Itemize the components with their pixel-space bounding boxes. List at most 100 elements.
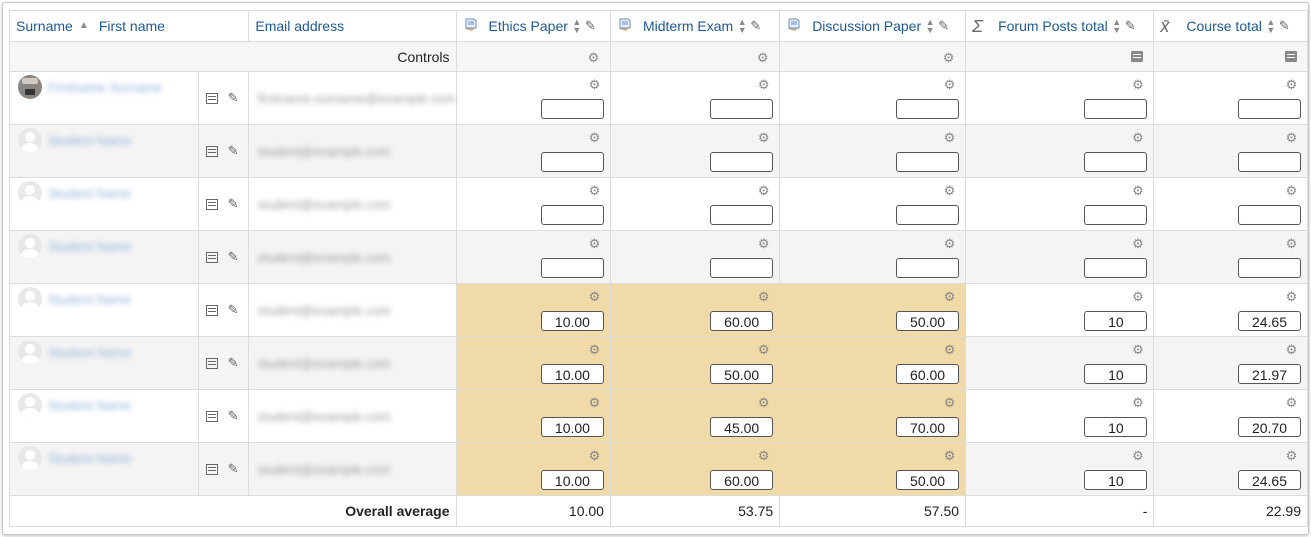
gear-icon[interactable]: ⚙ xyxy=(1285,290,1298,303)
grade-input[interactable]: 10 xyxy=(1084,470,1148,490)
student-name-link[interactable]: Firstname Surname xyxy=(48,80,162,95)
edit-pencil-icon[interactable]: ✎ xyxy=(228,462,242,476)
grade-input[interactable]: 60.00 xyxy=(710,311,774,331)
grade-input[interactable] xyxy=(710,99,774,119)
gear-icon[interactable]: ⚙ xyxy=(1131,396,1144,409)
gear-icon[interactable]: ⚙ xyxy=(943,131,956,144)
grade-input[interactable] xyxy=(710,205,774,225)
item-header-link[interactable]: Midterm Exam xyxy=(643,18,733,34)
sort-surname-link[interactable]: Surname xyxy=(16,18,73,34)
single-view-icon[interactable] xyxy=(205,145,218,157)
student-name-link[interactable]: Student Name xyxy=(48,451,131,466)
student-name-link[interactable]: Student Name xyxy=(48,345,131,360)
avatar[interactable] xyxy=(18,340,42,364)
avatar[interactable] xyxy=(18,75,42,99)
grade-input[interactable] xyxy=(1238,258,1301,278)
grade-input[interactable]: 50.00 xyxy=(896,311,960,331)
gear-icon[interactable]: ⚙ xyxy=(1285,449,1298,462)
student-name-link[interactable]: Student Name xyxy=(48,133,131,148)
gear-icon[interactable]: ⚙ xyxy=(1131,449,1144,462)
gear-icon[interactable]: ⚙ xyxy=(1285,396,1298,409)
grade-input[interactable] xyxy=(540,99,604,119)
gear-icon[interactable]: ⚙ xyxy=(1285,184,1298,197)
edit-pencil-icon[interactable]: ✎ xyxy=(585,19,599,33)
gear-icon[interactable]: ⚙ xyxy=(943,184,956,197)
grade-input[interactable] xyxy=(1238,205,1301,225)
gear-icon[interactable]: ⚙ xyxy=(757,237,770,250)
gear-icon[interactable]: ⚙ xyxy=(757,449,770,462)
grade-input[interactable]: 50.00 xyxy=(710,364,774,384)
edit-pencil-icon[interactable]: ✎ xyxy=(228,303,242,317)
avatar[interactable] xyxy=(18,234,42,258)
grade-input[interactable]: 50.00 xyxy=(896,470,960,490)
grade-input[interactable]: 70.00 xyxy=(896,417,960,437)
edit-pencil-icon[interactable]: ✎ xyxy=(228,356,242,370)
gear-icon[interactable]: ⚙ xyxy=(1285,237,1298,250)
sort-toggle-icon[interactable]: ▲ ▼ xyxy=(572,18,582,35)
gear-icon[interactable]: ⚙ xyxy=(943,78,956,91)
grade-input[interactable] xyxy=(1084,205,1148,225)
gear-icon[interactable]: ⚙ xyxy=(1131,131,1144,144)
edit-pencil-icon[interactable]: ✎ xyxy=(228,91,242,105)
gear-icon[interactable]: ⚙ xyxy=(943,449,956,462)
gear-icon[interactable]: ⚙ xyxy=(1285,131,1298,144)
calculator-icon[interactable] xyxy=(1285,51,1297,62)
single-view-icon[interactable] xyxy=(205,463,218,475)
grade-input[interactable]: 10.00 xyxy=(540,311,604,331)
avatar[interactable] xyxy=(18,287,42,311)
grade-input[interactable]: 45.00 xyxy=(710,417,774,437)
avatar[interactable] xyxy=(18,446,42,470)
gear-icon[interactable]: ⚙ xyxy=(588,343,601,356)
gear-icon[interactable]: ⚙ xyxy=(588,78,601,91)
gear-icon[interactable]: ⚙ xyxy=(588,449,601,462)
grade-input[interactable]: 10.00 xyxy=(540,417,604,437)
grade-input[interactable]: 10 xyxy=(1084,364,1148,384)
gear-icon[interactable]: ⚙ xyxy=(942,51,955,64)
grade-input[interactable]: 10.00 xyxy=(540,470,604,490)
grade-input[interactable]: 20.70 xyxy=(1238,417,1301,437)
avatar[interactable] xyxy=(18,181,42,205)
edit-pencil-icon[interactable]: ✎ xyxy=(1125,19,1139,33)
sort-firstname-link[interactable]: First name xyxy=(99,18,165,34)
edit-pencil-icon[interactable]: ✎ xyxy=(750,19,764,33)
student-name-link[interactable]: Student Name xyxy=(48,186,131,201)
gear-icon[interactable]: ⚙ xyxy=(1131,290,1144,303)
grade-input[interactable] xyxy=(1084,152,1148,172)
grade-input[interactable] xyxy=(710,152,774,172)
gear-icon[interactable]: ⚙ xyxy=(588,396,601,409)
student-name-link[interactable]: Student Name xyxy=(48,292,131,307)
student-name-link[interactable]: Student Name xyxy=(48,398,131,413)
gear-icon[interactable]: ⚙ xyxy=(757,396,770,409)
gear-icon[interactable]: ⚙ xyxy=(1131,237,1144,250)
calculator-icon[interactable] xyxy=(1131,51,1144,62)
gear-icon[interactable]: ⚙ xyxy=(757,184,770,197)
edit-pencil-icon[interactable]: ✎ xyxy=(1279,19,1293,33)
sort-toggle-icon[interactable]: ▲ ▼ xyxy=(925,18,935,35)
edit-pencil-icon[interactable]: ✎ xyxy=(938,19,952,33)
grade-input[interactable] xyxy=(1238,152,1301,172)
single-view-icon[interactable] xyxy=(205,304,218,316)
gear-icon[interactable]: ⚙ xyxy=(588,290,601,303)
grade-input[interactable]: 10.00 xyxy=(540,364,604,384)
single-view-icon[interactable] xyxy=(205,357,218,369)
single-view-icon[interactable] xyxy=(205,198,218,210)
gear-icon[interactable]: ⚙ xyxy=(1131,184,1144,197)
gear-icon[interactable]: ⚙ xyxy=(1131,343,1144,356)
grade-input[interactable] xyxy=(1084,99,1148,119)
grade-input[interactable]: 24.65 xyxy=(1238,311,1301,331)
gear-icon[interactable]: ⚙ xyxy=(757,131,770,144)
grade-input[interactable]: 60.00 xyxy=(710,470,774,490)
grade-input[interactable]: 60.00 xyxy=(896,364,960,384)
gear-icon[interactable]: ⚙ xyxy=(943,290,956,303)
gear-icon[interactable]: ⚙ xyxy=(757,290,770,303)
grade-input[interactable] xyxy=(540,205,604,225)
sort-toggle-icon[interactable]: ▲ ▼ xyxy=(1266,18,1276,35)
single-view-icon[interactable] xyxy=(205,92,218,104)
avatar[interactable] xyxy=(18,128,42,152)
gear-icon[interactable]: ⚙ xyxy=(588,131,601,144)
grade-input[interactable] xyxy=(896,99,960,119)
item-header-link[interactable]: Ethics Paper xyxy=(489,18,568,34)
gear-icon[interactable]: ⚙ xyxy=(1285,78,1298,91)
gear-icon[interactable]: ⚙ xyxy=(943,237,956,250)
gear-icon[interactable]: ⚙ xyxy=(1285,343,1298,356)
